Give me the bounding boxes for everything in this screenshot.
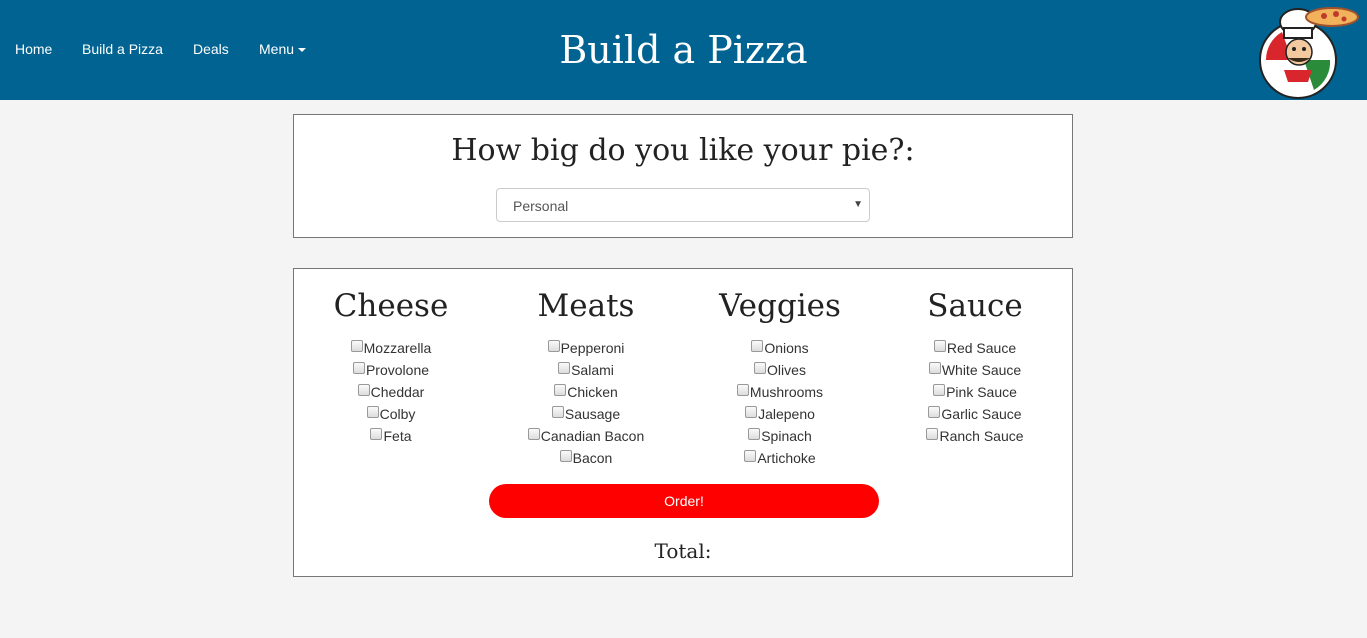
veggies-option: Jalepeno <box>685 403 875 425</box>
meats-option: Chicken <box>491 381 681 403</box>
size-heading: How big do you like your pie?: <box>451 133 915 168</box>
checkbox[interactable] <box>366 406 379 418</box>
option-label: Sausage <box>564 406 621 422</box>
option-label: Artichoke <box>757 450 816 466</box>
option-label: Salami <box>571 362 614 378</box>
checkbox[interactable] <box>748 428 761 440</box>
option-label: Red Sauce <box>946 340 1017 356</box>
option-label: Cheddar <box>370 384 425 400</box>
option-label: Garlic Sauce <box>941 406 1022 422</box>
meats-option: Sausage <box>491 403 681 425</box>
veggies-column: Veggies Onions Olives Mushrooms Jalepeno… <box>685 285 875 469</box>
option-label: Feta <box>383 428 412 444</box>
option-label: Onions <box>764 340 809 356</box>
checkbox[interactable] <box>350 340 363 352</box>
veggies-option: Spinach <box>685 425 875 447</box>
option-label: Canadian Bacon <box>540 428 645 444</box>
checkbox[interactable] <box>527 428 540 440</box>
checkbox[interactable] <box>370 428 383 440</box>
sauce-option: Pink Sauce <box>880 381 1070 403</box>
checkbox[interactable] <box>751 340 764 352</box>
order-button[interactable]: Order! <box>489 484 879 518</box>
dropdown-arrow-icon: ▼ <box>853 199 863 210</box>
option-label: Colby <box>379 406 416 422</box>
option-label: Ranch Sauce <box>939 428 1024 444</box>
checkbox[interactable] <box>928 406 941 418</box>
checkbox[interactable] <box>744 450 757 462</box>
checkbox[interactable] <box>933 340 946 352</box>
checkbox[interactable] <box>745 406 758 418</box>
meats-heading: Meats <box>537 288 635 324</box>
option-label: Provolone <box>365 362 430 378</box>
meats-column: Meats Pepperoni Salami Chicken Sausage C… <box>491 285 681 469</box>
cheese-option: Colby <box>296 403 486 425</box>
veggies-heading: Veggies <box>719 288 841 324</box>
toppings-panel: Cheese Mozzarella Provolone Cheddar Colb… <box>293 268 1073 577</box>
checkbox[interactable] <box>736 384 749 396</box>
cheese-heading: Cheese <box>333 288 449 324</box>
checkbox[interactable] <box>928 362 941 374</box>
veggies-option: Artichoke <box>685 447 875 469</box>
option-label: Bacon <box>572 450 613 466</box>
sauce-heading: Sauce <box>927 288 1023 324</box>
sauce-option: Garlic Sauce <box>880 403 1070 425</box>
checkbox[interactable] <box>554 384 567 396</box>
option-label: Spinach <box>761 428 812 444</box>
sauce-option: Ranch Sauce <box>880 425 1070 447</box>
sauce-option: White Sauce <box>880 359 1070 381</box>
total-label: Total: <box>654 539 712 563</box>
checkbox[interactable] <box>559 450 572 462</box>
page-title: Build a Pizza <box>559 28 808 72</box>
option-label: Chicken <box>567 384 618 400</box>
option-label: Mushrooms <box>749 384 824 400</box>
cheese-option: Mozzarella <box>296 337 486 359</box>
option-label: Pink Sauce <box>946 384 1017 400</box>
checkbox[interactable] <box>352 362 365 374</box>
meats-option: Salami <box>491 359 681 381</box>
checkbox[interactable] <box>547 340 560 352</box>
checkbox[interactable] <box>754 362 767 374</box>
option-label: White Sauce <box>941 362 1022 378</box>
cheese-option: Feta <box>296 425 486 447</box>
checkbox[interactable] <box>926 428 939 440</box>
sauce-column: Sauce Red Sauce White Sauce Pink Sauce G… <box>880 285 1070 447</box>
size-select-value: Personal <box>513 198 569 214</box>
veggies-option: Onions <box>685 337 875 359</box>
checkbox[interactable] <box>933 384 946 396</box>
meats-option: Bacon <box>491 447 681 469</box>
pizza-chef-logo-icon[interactable] <box>1252 2 1360 100</box>
cheese-column: Cheese Mozzarella Provolone Cheddar Colb… <box>296 285 486 447</box>
veggies-option: Mushrooms <box>685 381 875 403</box>
size-select[interactable]: Personal ▼ <box>496 188 870 222</box>
cheese-option: Cheddar <box>296 381 486 403</box>
navbar: Home Build a Pizza Deals Menu Build a Pi… <box>0 0 1367 100</box>
checkbox[interactable] <box>357 384 370 396</box>
meats-option: Canadian Bacon <box>491 425 681 447</box>
checkbox[interactable] <box>551 406 564 418</box>
veggies-option: Olives <box>685 359 875 381</box>
option-label: Olives <box>767 362 806 378</box>
checkbox[interactable] <box>558 362 571 374</box>
cheese-option: Provolone <box>296 359 486 381</box>
option-label: Jalepeno <box>758 406 815 422</box>
sauce-option: Red Sauce <box>880 337 1070 359</box>
option-label: Mozzarella <box>363 340 432 356</box>
option-label: Pepperoni <box>560 340 625 356</box>
size-panel: How big do you like your pie?: Personal … <box>293 114 1073 238</box>
meats-option: Pepperoni <box>491 337 681 359</box>
